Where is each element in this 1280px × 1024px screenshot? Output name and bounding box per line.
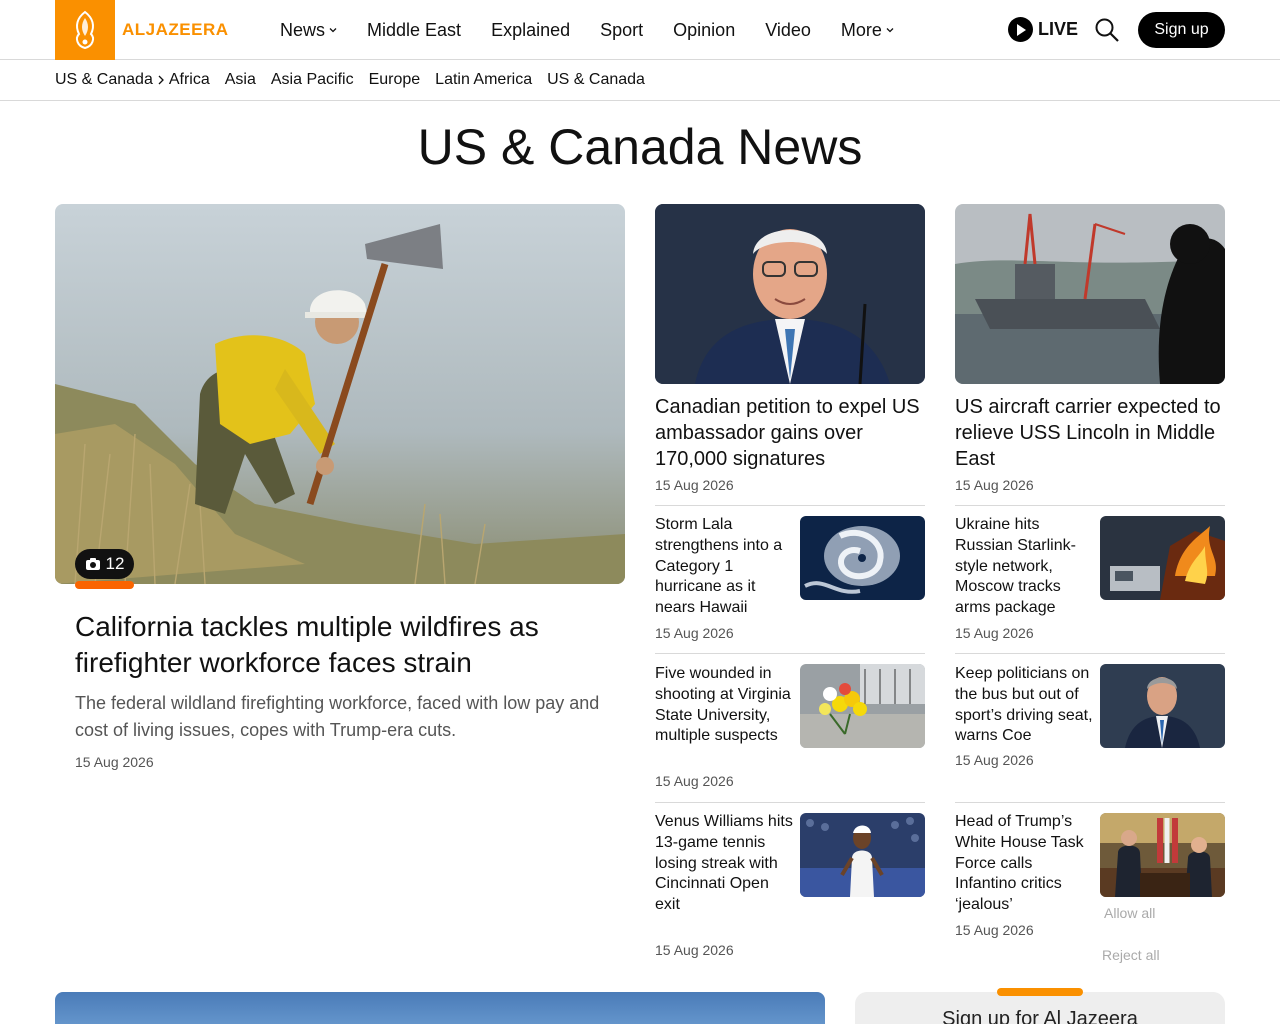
story-headline[interactable]: Venus Williams hits 13-game tennis losin… <box>655 812 793 916</box>
nav-label: Video <box>765 19 811 40</box>
nav-label: Sport <box>600 19 644 40</box>
story-headline[interactable]: Five wounded in shooting at Virginia Sta… <box>655 664 793 747</box>
story-thumbnail[interactable] <box>800 813 925 897</box>
subnav-item-asia[interactable]: Asia <box>225 71 256 89</box>
page-title: US & Canada News <box>417 119 863 175</box>
story-headline[interactable]: US aircraft carrier expected to relieve … <box>955 394 1225 472</box>
nav-label: Middle East <box>367 19 462 40</box>
hero-headline[interactable]: California tackles multiple wildfires as… <box>75 609 605 681</box>
story-date: 15 Aug 2026 <box>655 477 734 493</box>
live-label: LIVE <box>1038 19 1079 39</box>
divider <box>955 505 1225 506</box>
breadcrumb: US & Canada <box>55 71 169 89</box>
subnav-item-europe[interactable]: Europe <box>369 71 421 89</box>
nav-item-middle-east[interactable]: Middle East <box>367 20 461 41</box>
hero-date: 15 Aug 2026 <box>75 754 154 770</box>
chevron-down-icon <box>886 28 894 33</box>
story-thumbnail[interactable] <box>1100 664 1225 748</box>
nav-item-sport[interactable]: Sport <box>600 20 643 41</box>
hero-summary: The federal wildland firefighting workfo… <box>75 693 600 740</box>
nav-label: More <box>840 19 882 40</box>
play-icon <box>1008 17 1033 42</box>
story-date: 15 Aug 2026 <box>955 752 1034 768</box>
subnav-item-latin-america[interactable]: Latin America <box>435 71 532 89</box>
story-thumbnail[interactable] <box>1100 516 1225 600</box>
allow-all-button[interactable]: Allow all <box>1104 905 1155 921</box>
story-date: 15 Aug 2026 <box>655 942 734 958</box>
aljazeera-logo-icon[interactable] <box>55 0 115 60</box>
story-image[interactable] <box>955 204 1225 384</box>
nav-item-more[interactable]: More <box>841 20 894 41</box>
story-headline[interactable]: Storm Lala strengthens into a Category 1… <box>655 515 793 619</box>
camera-icon <box>85 558 100 570</box>
story-headline[interactable]: Ukraine hits Russian Starlink-style netw… <box>955 515 1093 619</box>
story-date: 15 Aug 2026 <box>955 922 1034 938</box>
nav-item-explained[interactable]: Explained <box>491 20 570 41</box>
subnav-item-asia-pacific[interactable]: Asia Pacific <box>271 71 354 89</box>
story-date: 15 Aug 2026 <box>955 477 1034 493</box>
nav-item-opinion[interactable]: Opinion <box>673 20 735 41</box>
divider <box>655 802 925 803</box>
story-date: 15 Aug 2026 <box>655 625 734 641</box>
site-header: ALJAZEERA News Middle East Explained Spo… <box>0 0 1280 60</box>
story-image[interactable] <box>655 204 925 384</box>
story-date: 15 Aug 2026 <box>955 625 1034 641</box>
main-nav: News Middle East Explained Sport Opinion… <box>280 0 924 60</box>
brand-name[interactable]: ALJAZEERA <box>122 20 229 40</box>
sub-nav: US & Canada Africa Asia Asia Pacific Eur… <box>0 61 1280 101</box>
reject-all-button[interactable]: Reject all <box>1102 947 1160 963</box>
divider <box>655 653 925 654</box>
hero-accent-bar <box>75 581 134 589</box>
subnav-item-us-canada[interactable]: US & Canada <box>547 71 645 89</box>
photo-gallery-badge[interactable]: 12 <box>75 549 134 579</box>
divider <box>955 653 1225 654</box>
story-date: 15 Aug 2026 <box>655 773 734 789</box>
newsletter-signup-box: Sign up for Al Jazeera <box>855 992 1225 1024</box>
nav-label: Explained <box>491 19 571 40</box>
nav-item-video[interactable]: Video <box>765 20 811 41</box>
search-icon[interactable] <box>1094 17 1120 43</box>
divider <box>655 505 925 506</box>
nav-label: News <box>280 19 326 40</box>
live-button[interactable]: LIVE <box>1008 17 1078 42</box>
newsletter-title: Sign up for Al Jazeera <box>942 1008 1138 1024</box>
nav-label: Opinion <box>673 19 736 40</box>
chevron-right-icon <box>158 75 164 85</box>
story-headline[interactable]: Keep politicians on the bus but out of s… <box>955 664 1093 747</box>
hero-image[interactable] <box>55 204 625 584</box>
featured-image[interactable] <box>55 992 825 1024</box>
divider <box>955 802 1225 803</box>
story-headline[interactable]: Head of Trump’s White House Task Force c… <box>955 812 1093 916</box>
story-thumbnail[interactable] <box>1100 813 1225 897</box>
chevron-down-icon <box>329 28 337 33</box>
story-thumbnail[interactable] <box>800 516 925 600</box>
nav-item-news[interactable]: News <box>280 20 337 41</box>
accent-strip <box>997 988 1083 996</box>
photo-count: 12 <box>105 554 125 573</box>
breadcrumb-current[interactable]: US & Canada <box>55 71 153 89</box>
story-headline[interactable]: Canadian petition to expel US ambassador… <box>655 394 925 472</box>
signup-button[interactable]: Sign up <box>1138 12 1225 48</box>
story-thumbnail[interactable] <box>800 664 925 748</box>
subnav-item-africa[interactable]: Africa <box>169 71 210 89</box>
